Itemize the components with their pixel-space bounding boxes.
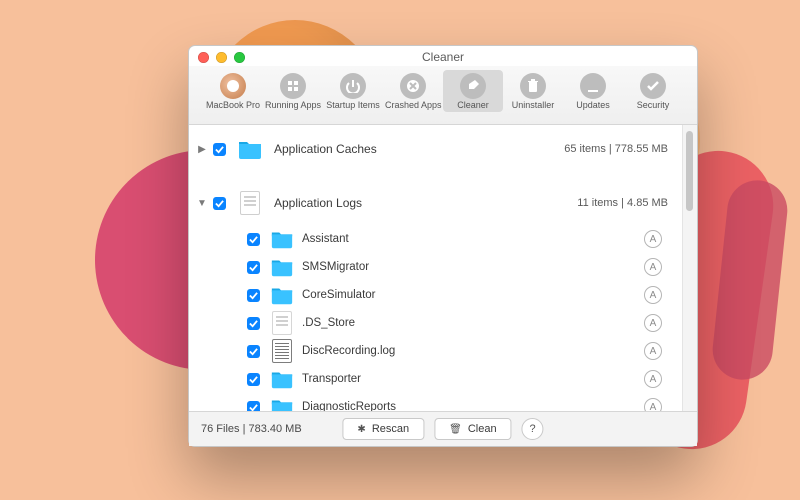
group-meta: 65 items | 778.55 MB <box>564 143 668 155</box>
item-name: DiagnosticReports <box>302 401 644 411</box>
zoom-icon[interactable] <box>234 52 245 63</box>
toolbar-item-running-apps[interactable]: Running Apps <box>263 70 323 112</box>
checkbox[interactable] <box>247 345 260 358</box>
power-icon <box>340 73 366 99</box>
footer-bar: 76 Files | 783.40 MB ✱ Rescan 🗑 Clean ? <box>189 411 697 446</box>
toolbar-item-crashed-apps[interactable]: Crashed Apps <box>383 70 443 112</box>
checkbox[interactable] <box>247 261 260 274</box>
file-icon <box>270 313 294 333</box>
list-item[interactable]: DiscRecording.logA <box>189 337 682 365</box>
list-item[interactable]: .DS_StoreA <box>189 309 682 337</box>
group-meta: 11 items | 4.85 MB <box>577 197 668 209</box>
toolbar-item-updates[interactable]: Updates <box>563 70 623 112</box>
content-area: ▶ Application Caches65 items | 778.55 MB ▼… <box>189 125 697 411</box>
doc-icon <box>236 191 264 215</box>
toolbar-label: Running Apps <box>265 100 321 110</box>
check-icon <box>640 73 666 99</box>
toolbar-label: Security <box>625 100 681 110</box>
log-icon <box>272 339 292 363</box>
download-icon <box>580 73 606 99</box>
crashed-icon <box>400 73 426 99</box>
toolbar-item-macbook-pro[interactable]: MacBook Pro <box>203 70 263 112</box>
clean-label: Clean <box>468 423 497 435</box>
info-badge-icon[interactable]: A <box>644 258 662 276</box>
clean-button[interactable]: 🗑 Clean <box>434 418 511 440</box>
scrollbar-track[interactable] <box>682 125 697 411</box>
checkbox[interactable] <box>247 401 260 412</box>
list-item[interactable]: TransporterA <box>189 365 682 393</box>
item-name: DiscRecording.log <box>302 345 644 357</box>
apps-icon <box>280 73 306 99</box>
toolbar-label: MacBook Pro <box>205 100 261 110</box>
help-label: ? <box>530 423 536 435</box>
rescan-label: Rescan <box>372 423 409 435</box>
info-badge-icon[interactable]: A <box>644 314 662 332</box>
group-row[interactable]: ▶ Application Caches65 items | 778.55 MB <box>189 129 682 165</box>
disclosure-right-icon[interactable]: ▶ <box>197 144 207 155</box>
log-icon <box>270 341 294 361</box>
list-item[interactable]: AssistantA <box>189 225 682 253</box>
item-name: CoreSimulator <box>302 289 644 301</box>
broom-icon <box>460 73 486 99</box>
close-icon[interactable] <box>198 52 209 63</box>
info-badge-icon[interactable]: A <box>644 230 662 248</box>
toolbar-item-cleaner[interactable]: Cleaner <box>443 70 503 112</box>
info-badge-icon[interactable]: A <box>644 342 662 360</box>
disclosure-down-icon[interactable]: ▼ <box>197 198 207 209</box>
help-button[interactable]: ? <box>522 418 544 440</box>
folder-blue <box>270 369 294 389</box>
list-item[interactable]: CoreSimulatorA <box>189 281 682 309</box>
file-list[interactable]: ▶ Application Caches65 items | 778.55 MB ▼… <box>189 125 682 411</box>
scrollbar-thumb[interactable] <box>686 131 693 211</box>
window-title: Cleaner <box>422 50 464 64</box>
toolbar-item-startup-items[interactable]: Startup Items <box>323 70 383 112</box>
device-icon <box>220 73 246 99</box>
toolbar-item-security[interactable]: Security <box>623 70 683 112</box>
status-text: 76 Files | 783.40 MB <box>201 423 302 435</box>
info-badge-icon[interactable]: A <box>644 286 662 304</box>
list-item[interactable]: DiagnosticReportsA <box>189 393 682 411</box>
info-badge-icon[interactable]: A <box>644 370 662 388</box>
group-name: Application Logs <box>274 196 577 210</box>
toolbar: MacBook Pro Running Apps Startup Items Cras… <box>189 66 697 125</box>
item-name: .DS_Store <box>302 317 644 329</box>
app-window: Cleaner MacBook Pro Running Apps Startup I… <box>188 45 698 447</box>
group-name: Application Caches <box>274 142 564 156</box>
trash-icon <box>520 73 546 99</box>
info-badge-icon[interactable]: A <box>644 398 662 411</box>
file-icon <box>272 311 292 335</box>
checkbox[interactable] <box>247 317 260 330</box>
checkbox[interactable] <box>213 197 226 210</box>
group-row[interactable]: ▼ Application Logs11 items | 4.85 MB <box>189 183 682 219</box>
toolbar-label: Cleaner <box>445 100 501 110</box>
list-item[interactable]: SMSMigratorA <box>189 253 682 281</box>
checkbox[interactable] <box>247 373 260 386</box>
minimize-icon[interactable] <box>216 52 227 63</box>
item-name: Transporter <box>302 373 644 385</box>
document-icon <box>240 191 260 215</box>
toolbar-label: Updates <box>565 100 621 110</box>
item-name: Assistant <box>302 233 644 245</box>
checkbox[interactable] <box>247 289 260 302</box>
rescan-button[interactable]: ✱ Rescan <box>342 418 424 440</box>
folder-blue <box>270 285 294 305</box>
folder-blue <box>270 229 294 249</box>
item-name: SMSMigrator <box>302 261 644 273</box>
checkbox[interactable] <box>247 233 260 246</box>
toolbar-label: Crashed Apps <box>385 100 441 110</box>
folder-blue <box>236 137 264 161</box>
titlebar: Cleaner <box>189 46 697 66</box>
toolbar-item-uninstaller[interactable]: Uninstaller <box>503 70 563 112</box>
toolbar-label: Uninstaller <box>505 100 561 110</box>
folder-blue <box>270 397 294 411</box>
checkbox[interactable] <box>213 143 226 156</box>
refresh-icon: ✱ <box>357 424 365 435</box>
trash-icon: 🗑 <box>449 424 462 435</box>
toolbar-label: Startup Items <box>325 100 381 110</box>
folder-blue <box>270 257 294 277</box>
